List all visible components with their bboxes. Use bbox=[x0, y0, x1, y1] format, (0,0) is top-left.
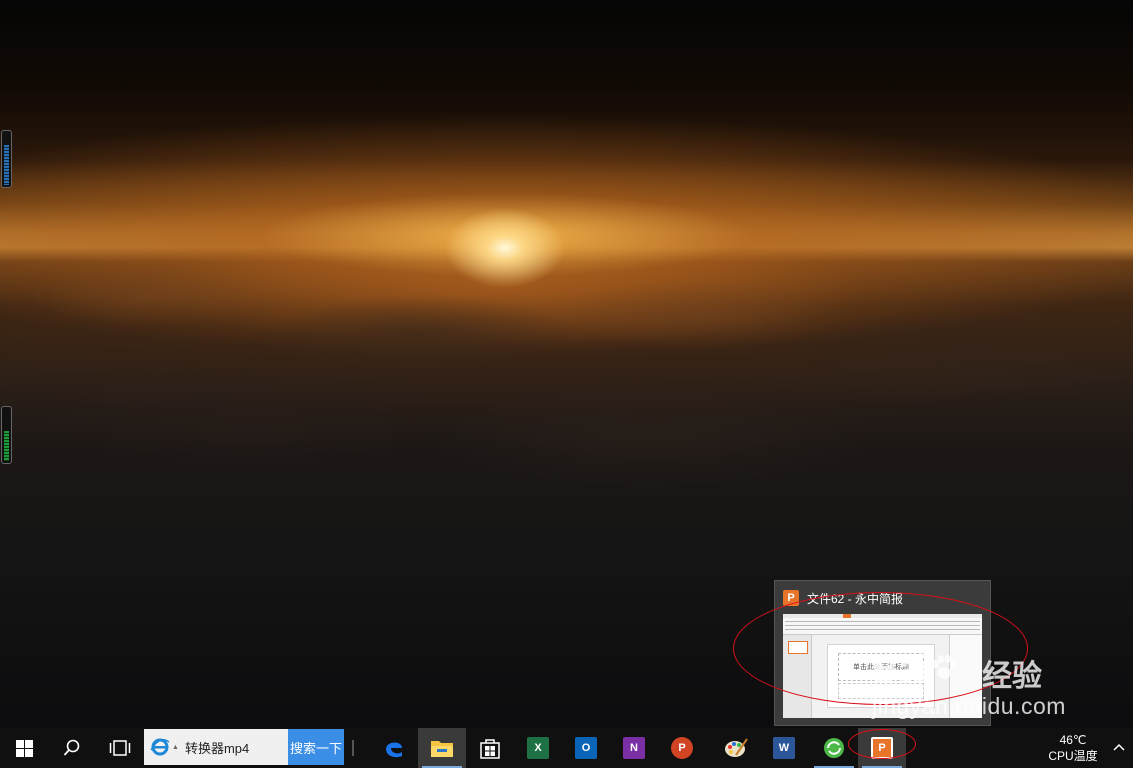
search-go-button[interactable]: 搜索一下 bbox=[288, 729, 344, 765]
start-button[interactable] bbox=[0, 728, 48, 768]
task-view-button[interactable] bbox=[96, 728, 144, 768]
taskbar-paint[interactable] bbox=[712, 728, 760, 768]
side-gauge-top bbox=[1, 130, 12, 188]
taskbar-onenote[interactable]: N bbox=[610, 728, 658, 768]
taskbar-thumbnail-popup[interactable]: P 文件62 - 永中简报 单击此处添加标题 bbox=[774, 580, 991, 726]
thumbnail-header: P 文件62 - 永中简报 bbox=[783, 589, 903, 607]
preview-slide: 单击此处添加标题 bbox=[827, 644, 935, 708]
taskbar-outlook[interactable]: O bbox=[562, 728, 610, 768]
paint-icon bbox=[725, 738, 748, 757]
yozo-presentation-icon: P bbox=[783, 590, 799, 606]
word-icon: W bbox=[773, 737, 795, 759]
windows-logo-icon bbox=[15, 739, 33, 757]
outlook-icon: O bbox=[575, 737, 597, 759]
search-button[interactable] bbox=[48, 728, 96, 768]
side-gauge-bottom bbox=[1, 406, 12, 464]
taskbar-yozo-presentation[interactable]: P bbox=[858, 728, 906, 768]
refresh-icon bbox=[824, 738, 844, 758]
preview-slide-title: 单击此处添加标题 bbox=[838, 653, 924, 681]
ie-icon bbox=[150, 738, 170, 756]
search-input[interactable]: 转换器mp4 bbox=[185, 738, 249, 757]
browser-search-box[interactable]: ▲ 转换器mp4 bbox=[144, 729, 288, 765]
taskbar-edge[interactable] bbox=[370, 728, 418, 768]
edge-icon bbox=[386, 742, 402, 758]
taskbar-file-explorer[interactable] bbox=[418, 728, 466, 768]
preview-right-pane bbox=[949, 635, 982, 718]
taskbar-excel[interactable]: X bbox=[514, 728, 562, 768]
task-view-icon bbox=[109, 740, 131, 756]
dropdown-arrow-icon[interactable]: ▲ bbox=[172, 744, 179, 751]
cpu-temp-value: 46℃ bbox=[1059, 733, 1087, 747]
thumbnail-title: 文件62 - 永中简报 bbox=[807, 591, 904, 606]
taskbar-store[interactable] bbox=[466, 728, 514, 768]
taskbar-powerpoint[interactable]: P bbox=[658, 728, 706, 768]
taskbar-divider bbox=[352, 740, 354, 756]
preview-ribbon bbox=[783, 614, 982, 635]
taskbar-word[interactable]: W bbox=[760, 728, 808, 768]
thumbnail-preview[interactable]: 单击此处添加标题 bbox=[783, 614, 982, 718]
folder-icon bbox=[431, 741, 453, 757]
onenote-icon: N bbox=[623, 737, 645, 759]
powerpoint-icon: P bbox=[671, 737, 693, 759]
chevron-up-icon[interactable] bbox=[1112, 740, 1126, 754]
store-icon bbox=[480, 739, 500, 759]
yozo-presentation-icon: P bbox=[871, 737, 893, 759]
cpu-temp-label: CPU温度 bbox=[1048, 749, 1098, 763]
taskbar-update[interactable] bbox=[810, 728, 858, 768]
preview-slide-panel bbox=[783, 635, 812, 718]
cloud-layer bbox=[0, 255, 1133, 495]
excel-icon: X bbox=[527, 737, 549, 759]
search-icon bbox=[63, 739, 80, 756]
cpu-temperature-widget[interactable]: 46℃ CPU温度 bbox=[1040, 732, 1106, 764]
